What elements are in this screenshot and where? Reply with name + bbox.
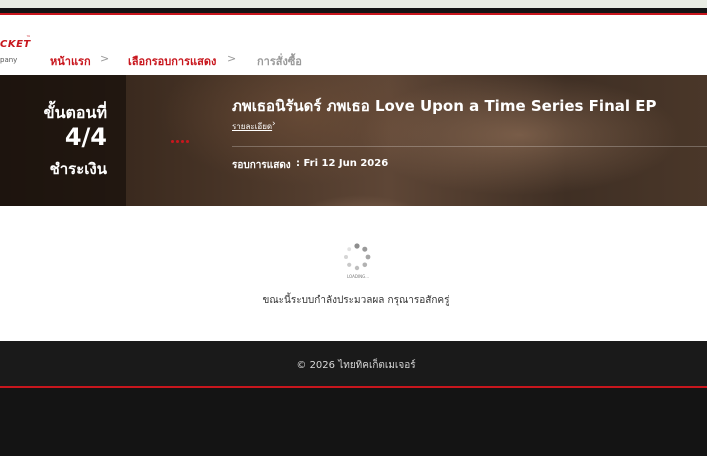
breadcrumb-separator: > bbox=[227, 52, 237, 65]
event-title: ภพเธอนิรันดร์ ภพเธอ Love Upon a Time Ser… bbox=[232, 97, 657, 115]
step-number: 4/4 bbox=[64, 123, 107, 151]
brand-trademark: ™ bbox=[26, 35, 31, 41]
progress-dots bbox=[171, 139, 191, 143]
step-label: ชำระเงิน bbox=[49, 160, 107, 178]
footer: © 2026 ไทยทิคเก็ตเมเจอร์ bbox=[0, 341, 707, 386]
copyright-text: © 2026 ไทยทิคเก็ตเมเจอร์ bbox=[296, 360, 416, 371]
loading-panel: LOADING... ขณะนี้ระบบกำลังประมวลผล กรุณา… bbox=[0, 206, 707, 341]
banner-divider bbox=[232, 146, 707, 147]
processing-message: ขณะนี้ระบบกำลังประมวลผล กรุณารอสักครู่ bbox=[262, 295, 450, 306]
footer-bottom bbox=[0, 388, 707, 456]
brand-subtitle: pany bbox=[0, 56, 18, 64]
event-banner: ขั้นตอนที่ 4/4 ชำระเงิน ภพเธอนิรันดร์ ภพ… bbox=[0, 75, 707, 206]
round-value: : Fri 12 Jun 2026 bbox=[296, 158, 389, 169]
loading-spinner-icon bbox=[344, 243, 371, 271]
header: CKET ™ pany หน้าแรก > เลือกรอบการแสดง > … bbox=[0, 15, 707, 75]
breadcrumb-order: การสั่งซื้อ bbox=[257, 55, 302, 68]
event-detail-link[interactable]: รายละเอียด bbox=[232, 120, 272, 133]
loading-label: LOADING... bbox=[346, 274, 370, 279]
round-label: รอบการแสดง bbox=[232, 160, 291, 171]
step-indicator: ขั้นตอนที่ 4/4 ชำระเงิน bbox=[0, 75, 126, 206]
breadcrumb-select-round[interactable]: เลือกรอบการแสดง bbox=[128, 52, 216, 70]
chevron-right-icon[interactable]: › bbox=[272, 119, 276, 129]
breadcrumb-separator: > bbox=[100, 52, 110, 65]
breadcrumb-home[interactable]: หน้าแรก bbox=[50, 52, 91, 70]
top-strip bbox=[0, 0, 707, 8]
